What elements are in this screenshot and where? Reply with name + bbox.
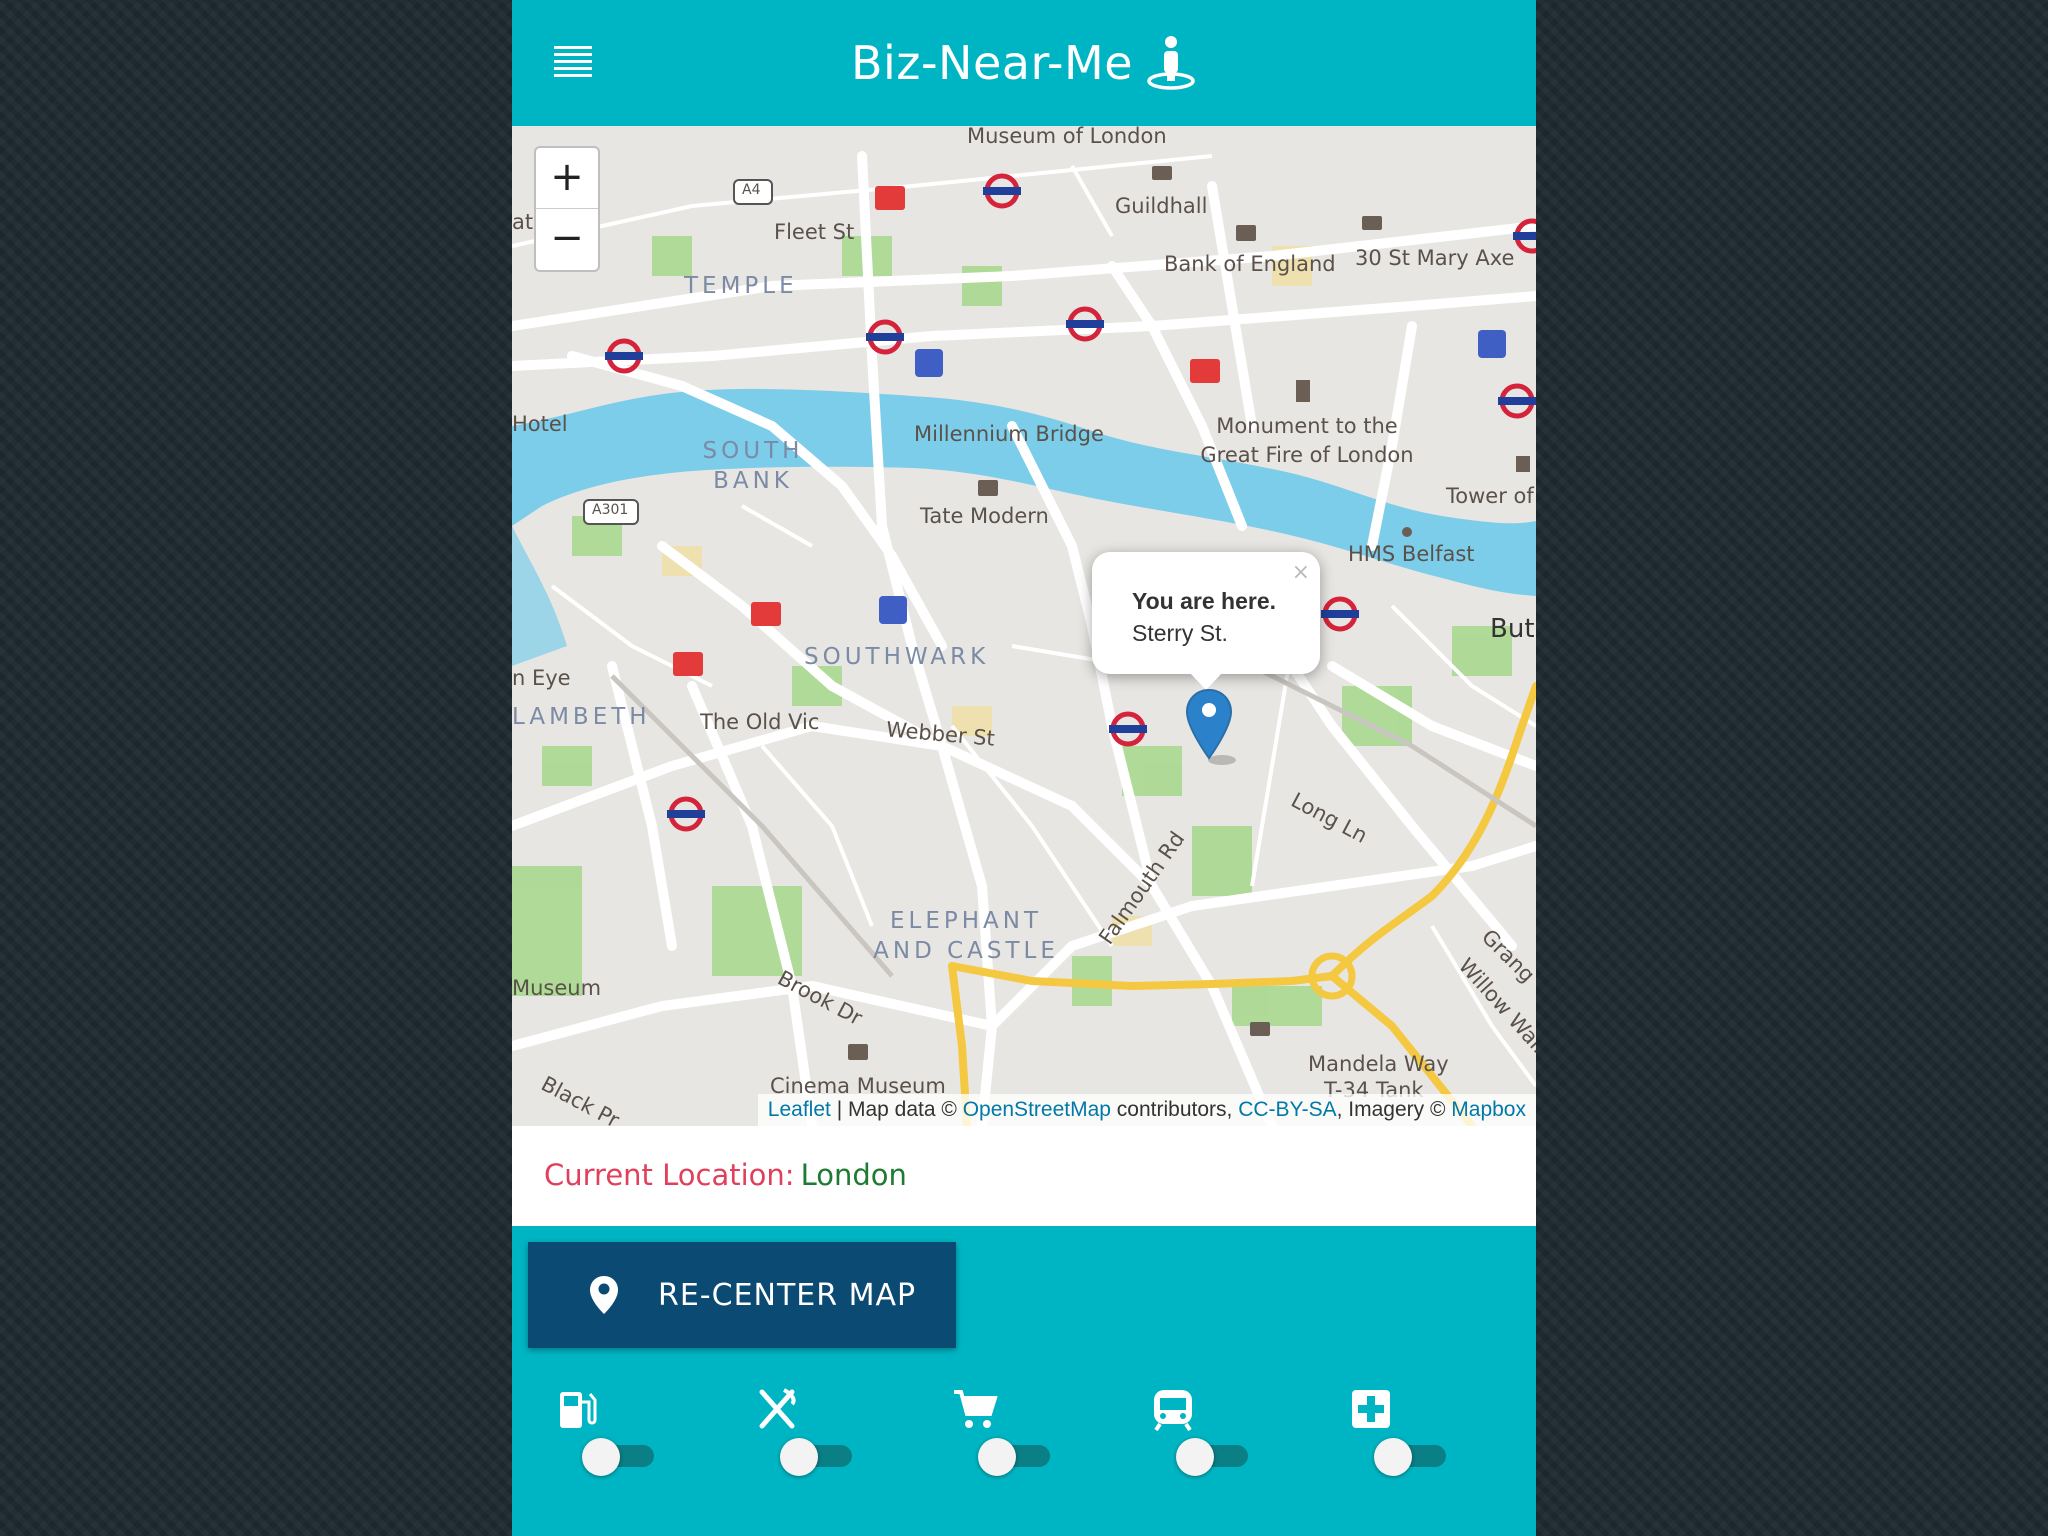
map-label: A301 bbox=[592, 502, 629, 518]
app-title: Biz-Near-Me bbox=[850, 36, 1134, 90]
current-location-value: London bbox=[800, 1158, 907, 1192]
map-attribution: Leaflet | Map data © OpenStreetMap contr… bbox=[757, 1094, 1536, 1126]
transit-toggle[interactable] bbox=[1176, 1438, 1250, 1476]
popup-title: You are here. bbox=[1132, 588, 1277, 614]
map-marker-icon[interactable] bbox=[1182, 686, 1236, 766]
leaflet-link[interactable]: Leaflet bbox=[768, 1098, 831, 1121]
map-label: But bbox=[1490, 614, 1535, 644]
map-label: Guildhall bbox=[1115, 194, 1208, 218]
map-label: ELEPHANT AND CASTLE bbox=[873, 908, 1059, 964]
map-label: Tower of bbox=[1446, 484, 1534, 508]
map-label: HMS Belfast bbox=[1348, 542, 1475, 566]
filter-hospital bbox=[1348, 1386, 1468, 1476]
recenter-map-label: RE-CENTER MAP bbox=[658, 1277, 917, 1313]
map-label: The Old Vic bbox=[700, 710, 820, 734]
shopping-cart-icon bbox=[954, 1390, 998, 1428]
map-label: LAMBETH bbox=[512, 704, 651, 730]
map-label: Museum of London bbox=[967, 126, 1167, 148]
train-icon bbox=[1154, 1390, 1192, 1432]
map-label: SOUTHWARK bbox=[804, 644, 990, 670]
restaurant-icon bbox=[759, 1388, 796, 1429]
map-label: Fleet St bbox=[774, 220, 855, 244]
filter-transit bbox=[1150, 1386, 1270, 1476]
map-label: Hotel bbox=[512, 412, 568, 436]
map-label: Bank of England bbox=[1164, 252, 1336, 276]
zoom-out-button[interactable]: − bbox=[536, 208, 598, 269]
map-label: 30 St Mary Axe bbox=[1355, 246, 1515, 270]
license-link[interactable]: CC-BY-SA bbox=[1238, 1098, 1336, 1121]
attribution-text: contributors, bbox=[1110, 1098, 1239, 1121]
osm-link[interactable]: OpenStreetMap bbox=[963, 1098, 1111, 1121]
map-tiles[interactable] bbox=[512, 126, 1536, 1126]
map-label: Tate Modern bbox=[920, 504, 1049, 528]
restaurant-toggle[interactable] bbox=[780, 1438, 854, 1476]
current-location-bar: Current Location: London bbox=[512, 1126, 1536, 1226]
filter-restaurant bbox=[754, 1386, 874, 1476]
zoom-in-button[interactable]: + bbox=[536, 148, 598, 208]
person-location-icon bbox=[1147, 36, 1195, 90]
app-container: Biz-Near-Me Museum of London Guildhall A… bbox=[512, 0, 1536, 1536]
location-popup: × You are here. Sterry St. bbox=[1092, 552, 1320, 690]
gas-station-toggle[interactable] bbox=[582, 1438, 656, 1476]
map-label: SOUTH BANK bbox=[702, 438, 804, 494]
map-label: Millennium Bridge bbox=[914, 422, 1104, 446]
current-location: Current Location: London bbox=[544, 1158, 907, 1192]
map-view[interactable]: Museum of London Guildhall A4 Fleet St a… bbox=[512, 126, 1536, 1126]
map-label: Monument to the Great Fire of London bbox=[1200, 414, 1414, 467]
shopping-toggle[interactable] bbox=[978, 1438, 1052, 1476]
title-group: Biz-Near-Me bbox=[512, 0, 1536, 126]
current-location-label: Current Location: bbox=[544, 1158, 795, 1192]
map-label: A4 bbox=[742, 182, 761, 198]
popup-subtitle: Sterry St. bbox=[1132, 620, 1228, 646]
map-label: TEMPLE bbox=[684, 273, 798, 299]
hospital-toggle[interactable] bbox=[1374, 1438, 1448, 1476]
filter-shopping bbox=[952, 1386, 1072, 1476]
filter-gas-station bbox=[556, 1386, 676, 1476]
gas-station-icon bbox=[560, 1392, 597, 1428]
popup-close-button[interactable]: × bbox=[1292, 560, 1310, 585]
zoom-control: + − bbox=[534, 146, 600, 272]
map-label: n Eye bbox=[512, 666, 571, 690]
mapbox-link[interactable]: Mapbox bbox=[1451, 1098, 1526, 1121]
map-label: Mandela Way bbox=[1308, 1052, 1449, 1076]
location-pin-icon bbox=[590, 1276, 618, 1314]
attribution-text: | Map data © bbox=[830, 1098, 963, 1121]
hospital-icon bbox=[1352, 1390, 1390, 1428]
map-label: Museum bbox=[512, 976, 602, 1000]
recenter-map-button[interactable]: RE-CENTER MAP bbox=[528, 1242, 956, 1348]
app-header: Biz-Near-Me bbox=[512, 0, 1536, 126]
attribution-text: , Imagery © bbox=[1336, 1098, 1452, 1121]
